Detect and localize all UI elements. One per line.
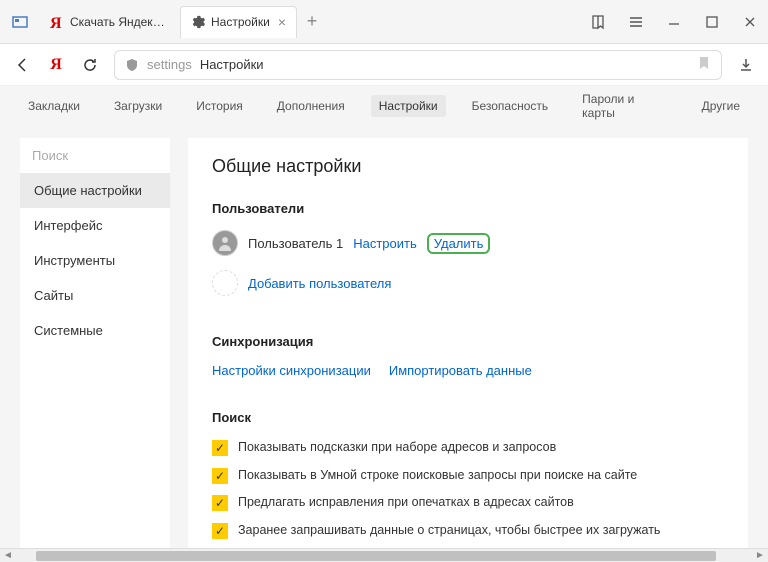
reload-button[interactable] — [80, 55, 100, 75]
scroll-left-arrow[interactable]: ◄ — [0, 550, 16, 561]
collections-icon — [12, 14, 28, 30]
download-button[interactable] — [736, 55, 756, 75]
sync-heading: Синхронизация — [212, 334, 724, 349]
tab-inactive[interactable]: Я Скачать Яндекс.Браузер д... — [40, 6, 180, 38]
sync-settings-link[interactable]: Настройки синхронизации — [212, 363, 371, 378]
checkbox-row: ✓ Предлагать исправления при опечатках в… — [212, 494, 724, 512]
nav-bookmarks[interactable]: Закладки — [20, 95, 88, 117]
nav-downloads[interactable]: Загрузки — [106, 95, 170, 117]
delete-highlight: Удалить — [427, 233, 491, 254]
content-area: Поиск Общие настройки Интерфейс Инструме… — [0, 126, 768, 548]
url-page: Настройки — [200, 57, 264, 72]
checkbox-label: Показывать в Умной строке поисковые запр… — [238, 467, 637, 485]
url-input[interactable]: settings Настройки — [114, 50, 722, 80]
tab-active[interactable]: Настройки × — [180, 6, 297, 38]
yandex-logo[interactable]: Я — [46, 55, 66, 75]
checkbox[interactable]: ✓ — [212, 440, 228, 456]
nav-history[interactable]: История — [188, 95, 251, 117]
sidebar-item-system[interactable]: Системные — [20, 313, 170, 348]
scroll-right-arrow[interactable]: ► — [752, 550, 768, 561]
nav-security[interactable]: Безопасность — [464, 95, 557, 117]
gear-icon — [191, 15, 205, 29]
checkbox-row: ✓ Показывать в Умной строке поисковые за… — [212, 467, 724, 485]
checkbox-label: Предлагать исправления при опечатках в а… — [238, 494, 574, 512]
checkbox-row: ✓ Заранее запрашивать данные о страницах… — [212, 522, 724, 540]
main-panel: Общие настройки Пользователи Пользовател… — [188, 138, 748, 548]
titlebar: Я Скачать Яндекс.Браузер д... Настройки … — [0, 0, 768, 44]
user-name: Пользователь 1 — [248, 236, 343, 251]
tab-title: Скачать Яндекс.Браузер д... — [70, 15, 170, 29]
new-tab-button[interactable]: + — [297, 7, 327, 37]
sidebar-search[interactable]: Поиск — [20, 138, 170, 173]
add-avatar-icon — [212, 270, 238, 296]
nav-settings[interactable]: Настройки — [371, 95, 446, 117]
pinned-tab[interactable] — [0, 6, 40, 38]
checkbox[interactable]: ✓ — [212, 468, 228, 484]
add-user-link[interactable]: Добавить пользователя — [248, 276, 391, 291]
tab-title: Настройки — [211, 15, 270, 29]
menu-icon[interactable] — [626, 12, 646, 32]
bookmark-icon[interactable] — [697, 56, 711, 73]
sidebar-item-sites[interactable]: Сайты — [20, 278, 170, 313]
scrollbar-thumb[interactable] — [36, 551, 716, 561]
reader-icon[interactable] — [588, 12, 608, 32]
yandex-icon: Я — [50, 15, 64, 29]
nav-addons[interactable]: Дополнения — [269, 95, 353, 117]
horizontal-scrollbar[interactable]: ◄ ► — [0, 548, 768, 562]
sidebar-item-tools[interactable]: Инструменты — [20, 243, 170, 278]
checkbox-label: Заранее запрашивать данные о страницах, … — [238, 522, 660, 540]
delete-user-link[interactable]: Удалить — [434, 236, 484, 251]
url-prefix: settings — [147, 57, 192, 72]
configure-user-link[interactable]: Настроить — [353, 236, 417, 251]
sidebar: Поиск Общие настройки Интерфейс Инструме… — [20, 138, 170, 548]
checkbox[interactable]: ✓ — [212, 523, 228, 539]
search-heading: Поиск — [212, 410, 724, 425]
sidebar-item-interface[interactable]: Интерфейс — [20, 208, 170, 243]
addressbar: Я settings Настройки — [0, 44, 768, 86]
checkbox[interactable]: ✓ — [212, 495, 228, 511]
back-button[interactable] — [12, 55, 32, 75]
add-user-row[interactable]: Добавить пользователя — [212, 270, 724, 296]
user-row: Пользователь 1 Настроить Удалить — [212, 230, 724, 256]
nav-passwords[interactable]: Пароли и карты — [574, 88, 675, 124]
import-data-link[interactable]: Импортировать данные — [389, 363, 532, 378]
sidebar-item-general[interactable]: Общие настройки — [20, 173, 170, 208]
shield-icon — [125, 58, 139, 72]
users-heading: Пользователи — [212, 201, 724, 216]
nav-other[interactable]: Другие — [694, 95, 748, 117]
checkbox-row: ✓ Показывать подсказки при наборе адресо… — [212, 439, 724, 457]
close-icon[interactable]: × — [278, 14, 286, 30]
avatar — [212, 230, 238, 256]
settings-navbar: Закладки Загрузки История Дополнения Нас… — [0, 86, 768, 126]
close-button[interactable] — [740, 12, 760, 32]
maximize-button[interactable] — [702, 12, 722, 32]
minimize-button[interactable] — [664, 12, 684, 32]
checkbox-label: Показывать подсказки при наборе адресов … — [238, 439, 556, 457]
page-title: Общие настройки — [212, 156, 724, 177]
